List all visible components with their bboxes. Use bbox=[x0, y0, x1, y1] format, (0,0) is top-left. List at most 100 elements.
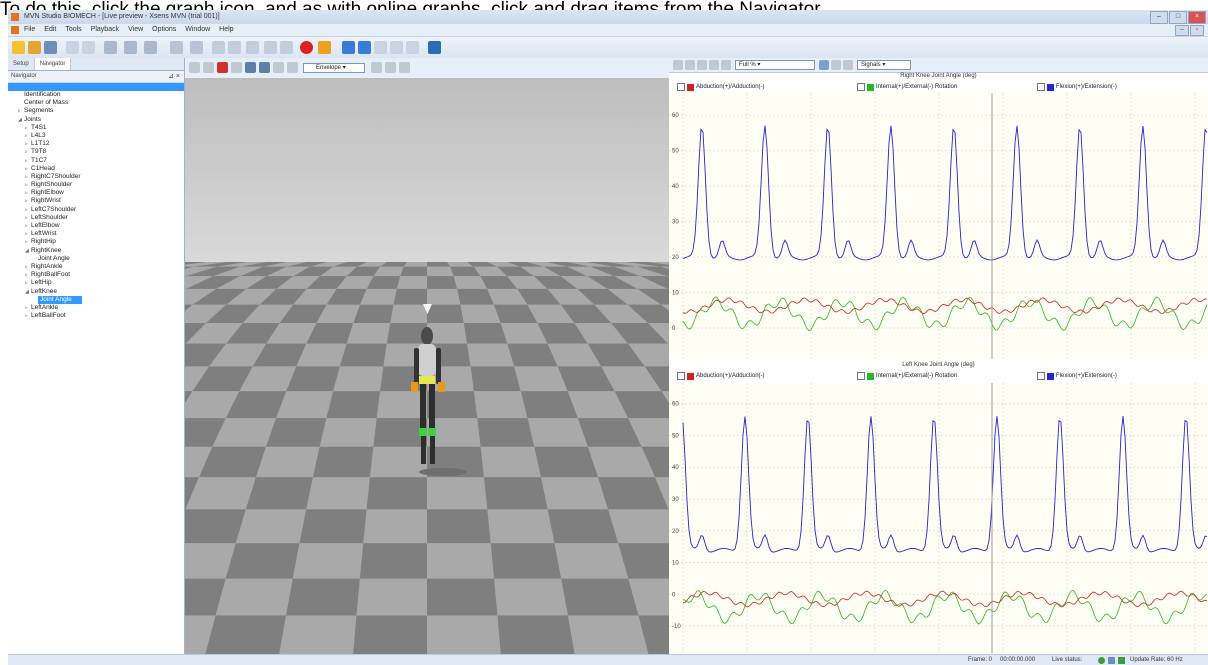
graph-grid-icon[interactable] bbox=[697, 60, 707, 70]
sync-icon[interactable] bbox=[190, 41, 203, 54]
pen-icon[interactable] bbox=[374, 41, 387, 54]
view-select-dropdown[interactable]: Envelope ▾ bbox=[303, 63, 365, 73]
tree-item[interactable]: ▹RightElbow bbox=[8, 189, 184, 197]
tree-item[interactable]: ▹RightShoulder bbox=[8, 181, 184, 189]
center-icon[interactable] bbox=[273, 62, 284, 73]
body-icon[interactable] bbox=[358, 41, 371, 54]
tree-item[interactable]: ▹T4S1 bbox=[8, 124, 184, 132]
box-icon[interactable] bbox=[231, 62, 242, 73]
legend-checkbox[interactable] bbox=[857, 372, 865, 380]
bars-icon[interactable] bbox=[709, 60, 719, 70]
floor-icon[interactable] bbox=[203, 62, 214, 73]
minimize-button[interactable]: – bbox=[1150, 11, 1168, 24]
legend-checkbox[interactable] bbox=[857, 83, 865, 91]
table-icon[interactable] bbox=[831, 60, 841, 70]
tab-setup[interactable]: Setup bbox=[8, 58, 35, 70]
marker-icon[interactable] bbox=[318, 41, 331, 54]
menu-item-options[interactable]: Options bbox=[152, 26, 176, 33]
tree-item[interactable]: Center of Mass bbox=[8, 99, 184, 107]
menu-item-window[interactable]: Window bbox=[185, 26, 210, 33]
legend-checkbox[interactable] bbox=[1037, 372, 1045, 380]
tree-item[interactable]: ▹C1Head bbox=[8, 165, 184, 173]
record-icon[interactable] bbox=[300, 41, 313, 54]
tree-item[interactable]: ▹RightC7Shoulder bbox=[8, 173, 184, 181]
save-icon[interactable] bbox=[44, 41, 57, 54]
tree-item[interactable]: ▹RightAnkle bbox=[8, 263, 184, 271]
tool-icon[interactable] bbox=[144, 41, 157, 54]
graph-icon[interactable] bbox=[371, 62, 382, 73]
tree-item[interactable]: ◢LeftKnee bbox=[8, 288, 184, 296]
tree-item[interactable] bbox=[8, 83, 184, 91]
tab-navigator[interactable]: Navigator bbox=[35, 58, 72, 70]
columns-icon[interactable] bbox=[406, 41, 419, 54]
skip-start-icon[interactable] bbox=[212, 41, 225, 54]
settings-icon[interactable] bbox=[428, 41, 441, 54]
menu-item-tools[interactable]: Tools bbox=[65, 26, 81, 33]
legend-item[interactable]: Flexion(+)/Extension(-) bbox=[1037, 372, 1117, 380]
graph-1-plot[interactable]: 6050403020100 bbox=[669, 93, 1208, 359]
tree-item[interactable]: ▹LeftAnkle bbox=[8, 304, 184, 312]
split-view-icon[interactable] bbox=[385, 62, 396, 73]
tree-item[interactable]: ◢Joints bbox=[8, 116, 184, 124]
pin-close-icon[interactable]: ⊿ × bbox=[168, 71, 180, 82]
tree-item[interactable]: ▹T1C7 bbox=[8, 157, 184, 165]
tree-item[interactable]: ▹L4L3 bbox=[8, 132, 184, 140]
tree-item[interactable]: ▹LeftShoulder bbox=[8, 214, 184, 222]
legend-checkbox[interactable] bbox=[677, 83, 685, 91]
axis-scale-icon[interactable] bbox=[843, 60, 853, 70]
paste-icon[interactable] bbox=[82, 41, 95, 54]
tree-item[interactable]: ▹LeftHip bbox=[8, 279, 184, 287]
child-restore-button[interactable]: ▫ bbox=[1190, 25, 1204, 36]
tree-item[interactable]: ▹LeftElbow bbox=[8, 222, 184, 230]
zoom-dropdown[interactable]: Full % ▾ bbox=[735, 60, 815, 70]
legend-checkbox[interactable] bbox=[1037, 83, 1045, 91]
tree-item[interactable]: ▹L1T12 bbox=[8, 140, 184, 148]
skeleton-icon[interactable] bbox=[245, 62, 256, 73]
child-minimize-button[interactable]: – bbox=[1175, 25, 1189, 36]
layout-dropdown[interactable]: Signals ▾ bbox=[857, 60, 911, 70]
tree-item[interactable]: ◢RightKnee bbox=[8, 247, 184, 255]
grid-icon[interactable] bbox=[189, 62, 200, 73]
redo-icon[interactable] bbox=[124, 41, 137, 54]
menu-item-view[interactable]: View bbox=[128, 26, 143, 33]
camera-icon[interactable] bbox=[287, 62, 298, 73]
skip-end-icon[interactable] bbox=[280, 41, 293, 54]
open-icon[interactable] bbox=[28, 41, 41, 54]
menu-item-help[interactable]: Help bbox=[219, 26, 233, 33]
step-back-icon[interactable] bbox=[228, 41, 241, 54]
copy-icon[interactable] bbox=[66, 41, 79, 54]
legend-item[interactable]: Abduction(+)/Adduction(-) bbox=[677, 372, 765, 380]
menu-item-playback[interactable]: Playback bbox=[91, 26, 119, 33]
pose-icon[interactable] bbox=[259, 62, 270, 73]
3d-viewport[interactable]: Envelope ▾ bbox=[185, 58, 669, 654]
legend-item[interactable]: Internal(+)/External(-) Rotation bbox=[857, 372, 957, 380]
move-icon[interactable] bbox=[685, 60, 695, 70]
tree-item[interactable]: ▹Segments bbox=[8, 107, 184, 115]
chart-icon[interactable] bbox=[819, 60, 829, 70]
reset-icon[interactable] bbox=[170, 41, 183, 54]
tree-item[interactable]: ▹LeftBallFoot bbox=[8, 312, 184, 320]
undo-icon[interactable] bbox=[104, 41, 117, 54]
close-button[interactable]: × bbox=[1188, 11, 1206, 24]
new-icon[interactable] bbox=[12, 41, 25, 54]
play-icon[interactable] bbox=[246, 41, 259, 54]
tree-item[interactable]: ▹T9T8 bbox=[8, 148, 184, 156]
tree-item[interactable]: ▹RightHip bbox=[8, 238, 184, 246]
legend-checkbox[interactable] bbox=[677, 372, 685, 380]
menu-item-file[interactable]: File bbox=[24, 26, 35, 33]
legend-item[interactable]: Flexion(+)/Extension(-) bbox=[1037, 83, 1117, 91]
maximize-button[interactable]: □ bbox=[1169, 11, 1187, 24]
legend-item[interactable]: Abduction(+)/Adduction(-) bbox=[677, 83, 765, 91]
window-layout-icon[interactable] bbox=[399, 62, 410, 73]
graph-2-plot[interactable]: 6050403020100-10 bbox=[669, 383, 1208, 653]
tree-item[interactable]: ▹RightBallFoot bbox=[8, 271, 184, 279]
check-icon[interactable] bbox=[390, 41, 403, 54]
step-forward-icon[interactable] bbox=[264, 41, 277, 54]
triangle-icon[interactable] bbox=[217, 62, 228, 73]
cursor-icon[interactable] bbox=[673, 60, 683, 70]
tree-item[interactable]: Identification bbox=[8, 91, 184, 99]
tree-item[interactable]: Joint Angle bbox=[8, 255, 184, 263]
legend-item[interactable]: Internal(+)/External(-) Rotation bbox=[857, 83, 957, 91]
tree-item[interactable]: Joint Angle bbox=[8, 296, 184, 304]
tree-item[interactable]: ▹RightWrist bbox=[8, 197, 184, 205]
